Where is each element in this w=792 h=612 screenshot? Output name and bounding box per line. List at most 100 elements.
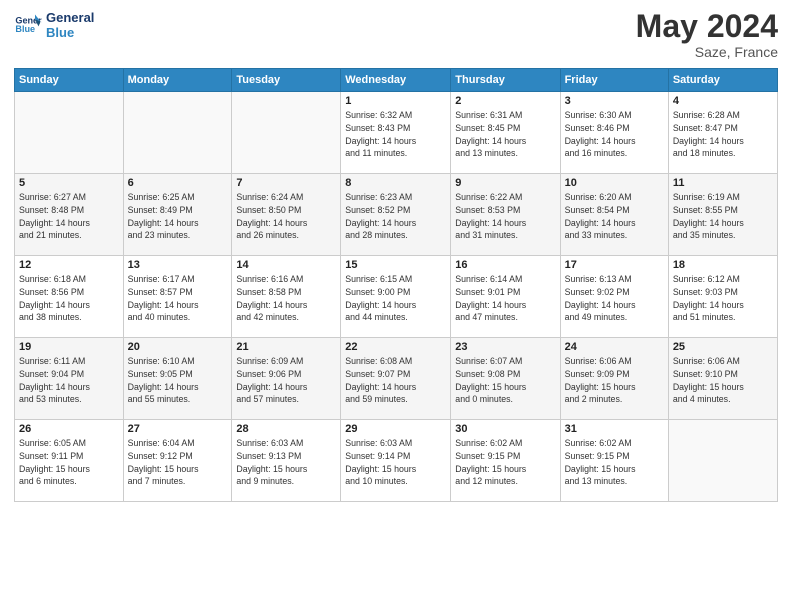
day-info: Sunrise: 6:05 AM Sunset: 9:11 PM Dayligh…	[19, 437, 119, 488]
calendar-cell: 11 Sunrise: 6:19 AM Sunset: 8:55 PM Dayli…	[668, 174, 777, 256]
calendar-cell: 13 Sunrise: 6:17 AM Sunset: 8:57 PM Dayli…	[123, 256, 232, 338]
calendar-cell: 29 Sunrise: 6:03 AM Sunset: 9:14 PM Dayli…	[341, 420, 451, 502]
calendar-cell: 4 Sunrise: 6:28 AM Sunset: 8:47 PM Daylig…	[668, 92, 777, 174]
day-info: Sunrise: 6:02 AM Sunset: 9:15 PM Dayligh…	[455, 437, 555, 488]
calendar-cell: 21 Sunrise: 6:09 AM Sunset: 9:06 PM Dayli…	[232, 338, 341, 420]
day-info: Sunrise: 6:08 AM Sunset: 9:07 PM Dayligh…	[345, 355, 446, 406]
calendar-cell: 26 Sunrise: 6:05 AM Sunset: 9:11 PM Dayli…	[15, 420, 124, 502]
calendar-cell: 15 Sunrise: 6:15 AM Sunset: 9:00 PM Dayli…	[341, 256, 451, 338]
weekday-header-thursday: Thursday	[451, 69, 560, 92]
calendar-cell: 7Sunrise: 6:24 AM Sunset: 8:50 PM Daylig…	[232, 174, 341, 256]
calendar-week-4: 19Sunrise: 6:11 AM Sunset: 9:04 PM Dayli…	[15, 338, 778, 420]
location: Saze, France	[636, 44, 778, 60]
day-info: Sunrise: 6:32 AM Sunset: 8:43 PM Dayligh…	[345, 109, 446, 160]
day-number: 2	[455, 95, 555, 107]
day-number: 27	[128, 423, 228, 435]
calendar-cell: 3Sunrise: 6:30 AM Sunset: 8:46 PM Daylig…	[560, 92, 668, 174]
title-block: May 2024 Saze, France	[636, 10, 778, 60]
day-number: 14	[236, 259, 336, 271]
day-info: Sunrise: 6:15 AM Sunset: 9:00 PM Dayligh…	[345, 273, 446, 324]
day-number: 17	[565, 259, 664, 271]
day-info: Sunrise: 6:18 AM Sunset: 8:56 PM Dayligh…	[19, 273, 119, 324]
day-number: 25	[673, 341, 773, 353]
day-info: Sunrise: 6:06 AM Sunset: 9:09 PM Dayligh…	[565, 355, 664, 406]
day-info: Sunrise: 6:04 AM Sunset: 9:12 PM Dayligh…	[128, 437, 228, 488]
day-number: 22	[345, 341, 446, 353]
day-number: 31	[565, 423, 664, 435]
day-number: 26	[19, 423, 119, 435]
day-info: Sunrise: 6:09 AM Sunset: 9:06 PM Dayligh…	[236, 355, 336, 406]
calendar-cell: 10 Sunrise: 6:20 AM Sunset: 8:54 PM Dayli…	[560, 174, 668, 256]
day-number: 6	[128, 177, 228, 189]
day-info: Sunrise: 6:11 AM Sunset: 9:04 PM Dayligh…	[19, 355, 119, 406]
calendar-cell: 6 Sunrise: 6:25 AM Sunset: 8:49 PM Daylig…	[123, 174, 232, 256]
calendar-cell: 25 Sunrise: 6:06 AM Sunset: 9:10 PM Dayli…	[668, 338, 777, 420]
logo-icon: General Blue	[14, 11, 42, 39]
day-info: Sunrise: 6:06 AM Sunset: 9:10 PM Dayligh…	[673, 355, 773, 406]
day-info: Sunrise: 6:23 AM Sunset: 8:52 PM Dayligh…	[345, 191, 446, 242]
day-info: Sunrise: 6:16 AM Sunset: 8:58 PM Dayligh…	[236, 273, 336, 324]
calendar-cell: 12 Sunrise: 6:18 AM Sunset: 8:56 PM Dayli…	[15, 256, 124, 338]
calendar-cell: 19Sunrise: 6:11 AM Sunset: 9:04 PM Dayli…	[15, 338, 124, 420]
day-number: 18	[673, 259, 773, 271]
calendar-header-row: SundayMondayTuesdayWednesdayThursdayFrid…	[15, 69, 778, 92]
calendar-cell: 23Sunrise: 6:07 AM Sunset: 9:08 PM Dayli…	[451, 338, 560, 420]
day-number: 11	[673, 177, 773, 189]
logo-general: General	[46, 10, 94, 25]
calendar-cell: 30 Sunrise: 6:02 AM Sunset: 9:15 PM Dayli…	[451, 420, 560, 502]
calendar-cell: 1 Sunrise: 6:32 AM Sunset: 8:43 PM Daylig…	[341, 92, 451, 174]
day-info: Sunrise: 6:13 AM Sunset: 9:02 PM Dayligh…	[565, 273, 664, 324]
weekday-header-sunday: Sunday	[15, 69, 124, 92]
calendar-week-5: 26 Sunrise: 6:05 AM Sunset: 9:11 PM Dayli…	[15, 420, 778, 502]
day-number: 7	[236, 177, 336, 189]
calendar-week-2: 5Sunrise: 6:27 AM Sunset: 8:48 PM Daylig…	[15, 174, 778, 256]
day-number: 4	[673, 95, 773, 107]
weekday-header-tuesday: Tuesday	[232, 69, 341, 92]
day-info: Sunrise: 6:12 AM Sunset: 9:03 PM Dayligh…	[673, 273, 773, 324]
calendar-cell: 8Sunrise: 6:23 AM Sunset: 8:52 PM Daylig…	[341, 174, 451, 256]
calendar-cell: 22 Sunrise: 6:08 AM Sunset: 9:07 PM Dayli…	[341, 338, 451, 420]
calendar-cell	[15, 92, 124, 174]
calendar-week-3: 12 Sunrise: 6:18 AM Sunset: 8:56 PM Dayli…	[15, 256, 778, 338]
weekday-header-monday: Monday	[123, 69, 232, 92]
calendar-cell: 5Sunrise: 6:27 AM Sunset: 8:48 PM Daylig…	[15, 174, 124, 256]
day-info: Sunrise: 6:14 AM Sunset: 9:01 PM Dayligh…	[455, 273, 555, 324]
day-info: Sunrise: 6:10 AM Sunset: 9:05 PM Dayligh…	[128, 355, 228, 406]
calendar-cell: 14 Sunrise: 6:16 AM Sunset: 8:58 PM Dayli…	[232, 256, 341, 338]
day-info: Sunrise: 6:28 AM Sunset: 8:47 PM Dayligh…	[673, 109, 773, 160]
day-number: 20	[128, 341, 228, 353]
day-info: Sunrise: 6:03 AM Sunset: 9:14 PM Dayligh…	[345, 437, 446, 488]
day-number: 9	[455, 177, 555, 189]
calendar-cell: 27 Sunrise: 6:04 AM Sunset: 9:12 PM Dayli…	[123, 420, 232, 502]
day-number: 15	[345, 259, 446, 271]
day-info: Sunrise: 6:20 AM Sunset: 8:54 PM Dayligh…	[565, 191, 664, 242]
day-info: Sunrise: 6:25 AM Sunset: 8:49 PM Dayligh…	[128, 191, 228, 242]
calendar-cell	[232, 92, 341, 174]
calendar-cell: 31Sunrise: 6:02 AM Sunset: 9:15 PM Dayli…	[560, 420, 668, 502]
calendar-cell	[668, 420, 777, 502]
day-number: 1	[345, 95, 446, 107]
logo: General Blue General Blue	[14, 10, 94, 40]
day-info: Sunrise: 6:19 AM Sunset: 8:55 PM Dayligh…	[673, 191, 773, 242]
day-number: 21	[236, 341, 336, 353]
calendar-table: SundayMondayTuesdayWednesdayThursdayFrid…	[14, 68, 778, 502]
day-info: Sunrise: 6:17 AM Sunset: 8:57 PM Dayligh…	[128, 273, 228, 324]
day-number: 10	[565, 177, 664, 189]
calendar-cell: 16Sunrise: 6:14 AM Sunset: 9:01 PM Dayli…	[451, 256, 560, 338]
day-number: 12	[19, 259, 119, 271]
day-number: 29	[345, 423, 446, 435]
calendar-cell	[123, 92, 232, 174]
day-info: Sunrise: 6:03 AM Sunset: 9:13 PM Dayligh…	[236, 437, 336, 488]
day-number: 3	[565, 95, 664, 107]
day-number: 28	[236, 423, 336, 435]
weekday-header-friday: Friday	[560, 69, 668, 92]
day-number: 24	[565, 341, 664, 353]
day-info: Sunrise: 6:22 AM Sunset: 8:53 PM Dayligh…	[455, 191, 555, 242]
svg-text:Blue: Blue	[15, 24, 35, 34]
day-number: 13	[128, 259, 228, 271]
calendar-cell: 24 Sunrise: 6:06 AM Sunset: 9:09 PM Dayli…	[560, 338, 668, 420]
day-number: 30	[455, 423, 555, 435]
day-info: Sunrise: 6:07 AM Sunset: 9:08 PM Dayligh…	[455, 355, 555, 406]
calendar-cell: 18 Sunrise: 6:12 AM Sunset: 9:03 PM Dayli…	[668, 256, 777, 338]
day-info: Sunrise: 6:27 AM Sunset: 8:48 PM Dayligh…	[19, 191, 119, 242]
